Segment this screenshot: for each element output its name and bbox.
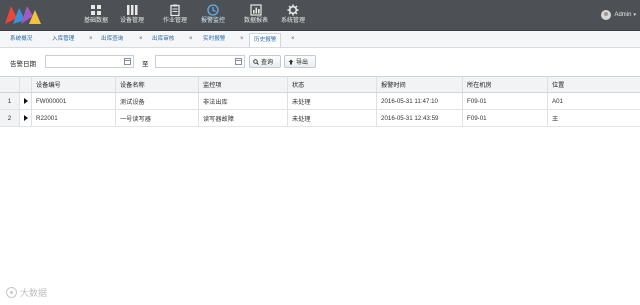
col-header[interactable]: 设备编号 <box>32 77 116 92</box>
table-cell: 2016-05-31 11:47:10 <box>377 93 463 109</box>
gear-icon <box>287 4 299 16</box>
nav-label: 设备管理 <box>119 18 144 24</box>
grid-icon <box>91 5 101 15</box>
col-header[interactable]: 监控项 <box>199 77 288 92</box>
calendar-icon[interactable] <box>124 58 131 65</box>
table-cell: 2016-05-31 12:43:59 <box>377 110 463 126</box>
tab-system-overview[interactable]: 系统概况 <box>10 33 32 47</box>
end-date-input[interactable] <box>155 55 245 68</box>
nav-job-management[interactable]: 作业管理 <box>155 4 195 28</box>
table-cell: 一号读写器 <box>116 110 199 126</box>
table-cell: 读写器故障 <box>199 110 288 126</box>
watermark: 大数据 <box>6 286 47 299</box>
nav-data-reports[interactable]: 数据报表 <box>236 4 276 28</box>
to-label: 至 <box>142 61 149 68</box>
col-header[interactable]: 报警时间 <box>377 77 463 92</box>
table-cell: 未处理 <box>288 110 377 126</box>
col-header[interactable]: 状态 <box>288 77 377 92</box>
nav-label: 作业管理 <box>162 18 187 24</box>
filter-bar: 告警日期 至 查询 导出 <box>0 50 640 74</box>
close-icon[interactable]: × <box>240 33 244 46</box>
user-menu[interactable]: Admin ▾ <box>601 9 636 21</box>
nav-label: 数据报表 <box>243 18 268 24</box>
table-cell: A01 <box>552 97 564 105</box>
alarm-icon <box>207 4 219 16</box>
table-cell: R22001 <box>32 110 116 126</box>
table-row[interactable]: 1 FW000001 测试设备 非法出库 未处理 2016-05-31 11:4… <box>0 93 640 110</box>
tab-outbound-query[interactable]: 出库查询 <box>101 33 123 47</box>
table-cell: FW000001 <box>32 93 116 109</box>
watermark-logo-icon <box>6 287 17 298</box>
avatar <box>601 10 612 20</box>
table-cell: 未处理 <box>288 93 377 109</box>
col-header[interactable]: 设备名称 <box>116 77 199 92</box>
expand-row-icon[interactable] <box>20 93 32 109</box>
nav-basic-data[interactable]: 基础数据 <box>76 4 116 28</box>
row-number: 1 <box>0 93 20 109</box>
table-row[interactable]: 2 R22001 一号读写器 读写器故障 未处理 2016-05-31 12:4… <box>0 110 640 127</box>
nav-device-management[interactable]: 设备管理 <box>112 4 152 28</box>
table-cell: F09-01 <box>463 93 548 109</box>
export-button[interactable]: 导出 <box>284 55 316 68</box>
table-cell: 非法出库 <box>199 93 288 109</box>
alarm-history-table: 设备编号 设备名称 监控项 状态 报警时间 所在机房 位置 1 FW000001… <box>0 76 640 127</box>
col-header[interactable]: 位置 <box>548 77 640 92</box>
expander-header <box>20 77 32 92</box>
start-date-input[interactable] <box>45 55 134 68</box>
table-cell: 测试设备 <box>116 93 199 109</box>
table-cell: 王 <box>552 115 559 123</box>
rownum-header <box>0 77 20 92</box>
nav-alarm-monitoring[interactable]: 报警监控 <box>193 4 233 28</box>
chart-icon <box>250 4 262 16</box>
close-icon[interactable]: × <box>89 33 93 46</box>
chevron-down-icon: ▾ <box>633 12 636 18</box>
bars-icon <box>127 5 138 15</box>
page-tabs: 系统概况 入库管理 × 出库查询 × 出库审核 × 实时报警 × 历史报警 × <box>0 31 640 48</box>
nav-label: 报警监控 <box>200 18 225 24</box>
clipboard-icon <box>170 4 180 16</box>
app-logo[interactable] <box>3 2 43 28</box>
date-label: 告警日期 <box>10 61 36 68</box>
tab-realtime-alarm[interactable]: 实时报警 <box>203 33 225 47</box>
row-number: 2 <box>0 110 20 126</box>
close-icon[interactable]: × <box>291 33 295 46</box>
close-icon[interactable]: × <box>189 33 193 46</box>
export-button-label: 导出 <box>296 60 309 66</box>
col-header[interactable]: 所在机房 <box>463 77 548 92</box>
user-name: Admin <box>614 12 632 18</box>
upload-icon <box>288 59 294 64</box>
tab-outbound-review[interactable]: 出库审核 <box>152 33 174 47</box>
calendar-icon[interactable] <box>235 58 242 65</box>
search-button-label: 查询 <box>261 60 274 66</box>
top-navigation-bar: 基础数据 设备管理 作业管理 报警监控 数据报表 系统管理 Admin ▾ <box>0 0 640 31</box>
search-icon <box>253 58 259 65</box>
table-header: 设备编号 设备名称 监控项 状态 报警时间 所在机房 位置 <box>0 77 640 93</box>
watermark-text: 大数据 <box>20 288 48 298</box>
nav-label: 系统管理 <box>280 18 305 24</box>
nav-system-management[interactable]: 系统管理 <box>273 4 313 28</box>
expand-row-icon[interactable] <box>20 110 32 126</box>
nav-label: 基础数据 <box>83 18 108 24</box>
search-button[interactable]: 查询 <box>249 55 281 68</box>
table-cell: F09-01 <box>463 110 548 126</box>
tab-inbound-management[interactable]: 入库管理 <box>52 33 74 47</box>
close-icon[interactable]: × <box>139 33 143 46</box>
tab-history-alarm[interactable]: 历史报警 <box>249 33 282 47</box>
